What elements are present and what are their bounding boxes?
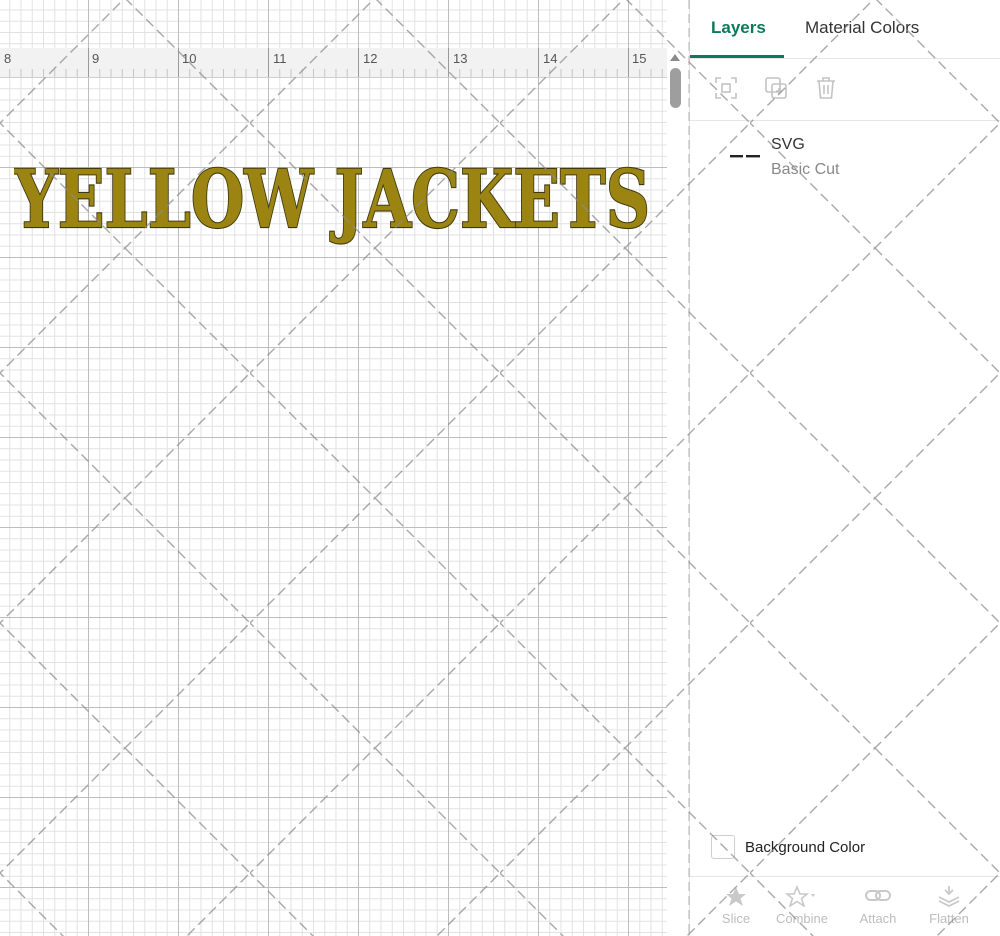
panel-tabs: Layers Material Colors (690, 0, 1000, 59)
slice-icon (726, 887, 746, 906)
active-tab-indicator (690, 55, 784, 58)
layer-name: SVG (771, 136, 805, 153)
delete-icon[interactable] (813, 75, 839, 101)
scrollbar-thumb[interactable] (670, 68, 681, 108)
group-icon[interactable] (713, 75, 739, 101)
flatten-label: Flatten (929, 911, 969, 926)
attach-icon (865, 890, 891, 901)
slice-label: Slice (721, 911, 751, 926)
ruler-label: 9 (92, 51, 100, 66)
background-color-checkbox[interactable] (711, 835, 735, 859)
ruler-label: 14 (543, 51, 558, 66)
combine-button[interactable]: Combine (772, 885, 832, 926)
canvas-artwork[interactable]: YELLOW JACKETS (14, 150, 654, 245)
layers-toolbar (690, 59, 1000, 121)
duplicate-icon[interactable] (763, 75, 789, 101)
layer-thumbnail (730, 155, 760, 158)
flatten-button[interactable]: Flatten (919, 885, 979, 926)
horizontal-ruler: 8 9 10 11 12 13 14 15 (0, 48, 667, 78)
scroll-up-arrow-icon[interactable] (670, 54, 680, 61)
background-color-row: Background Color (690, 820, 1000, 877)
background-color-label: Background Color (745, 839, 866, 856)
ruler-label: 13 (453, 51, 468, 66)
design-canvas[interactable] (0, 0, 667, 936)
ruler-label: 8 (4, 51, 12, 66)
vertical-scrollbar[interactable] (667, 48, 687, 936)
ruler-label: 11 (273, 51, 287, 66)
combine-icon (785, 885, 815, 907)
layer-operation: Basic Cut (771, 161, 840, 178)
layer-item[interactable]: SVG Basic Cut (690, 121, 1000, 193)
artwork-text: YELLOW JACKETS (14, 152, 650, 245)
tab-layers[interactable]: Layers (711, 18, 766, 38)
ruler-label: 10 (182, 51, 197, 66)
tab-material-colors[interactable]: Material Colors (805, 18, 919, 38)
ruler-label: 12 (363, 51, 378, 66)
flatten-icon (938, 886, 960, 907)
attach-label: Attach (859, 911, 897, 926)
slice-button[interactable]: Slice (706, 885, 766, 926)
ruler-label: 15 (632, 51, 647, 66)
bottom-toolbar: Slice Combine Attach Flatten (690, 877, 1000, 936)
combine-label: Combine (775, 911, 829, 926)
attach-button[interactable]: Attach (848, 885, 908, 926)
layers-panel: Layers Material Colors SVG Basic Cut Bac… (689, 0, 1000, 936)
